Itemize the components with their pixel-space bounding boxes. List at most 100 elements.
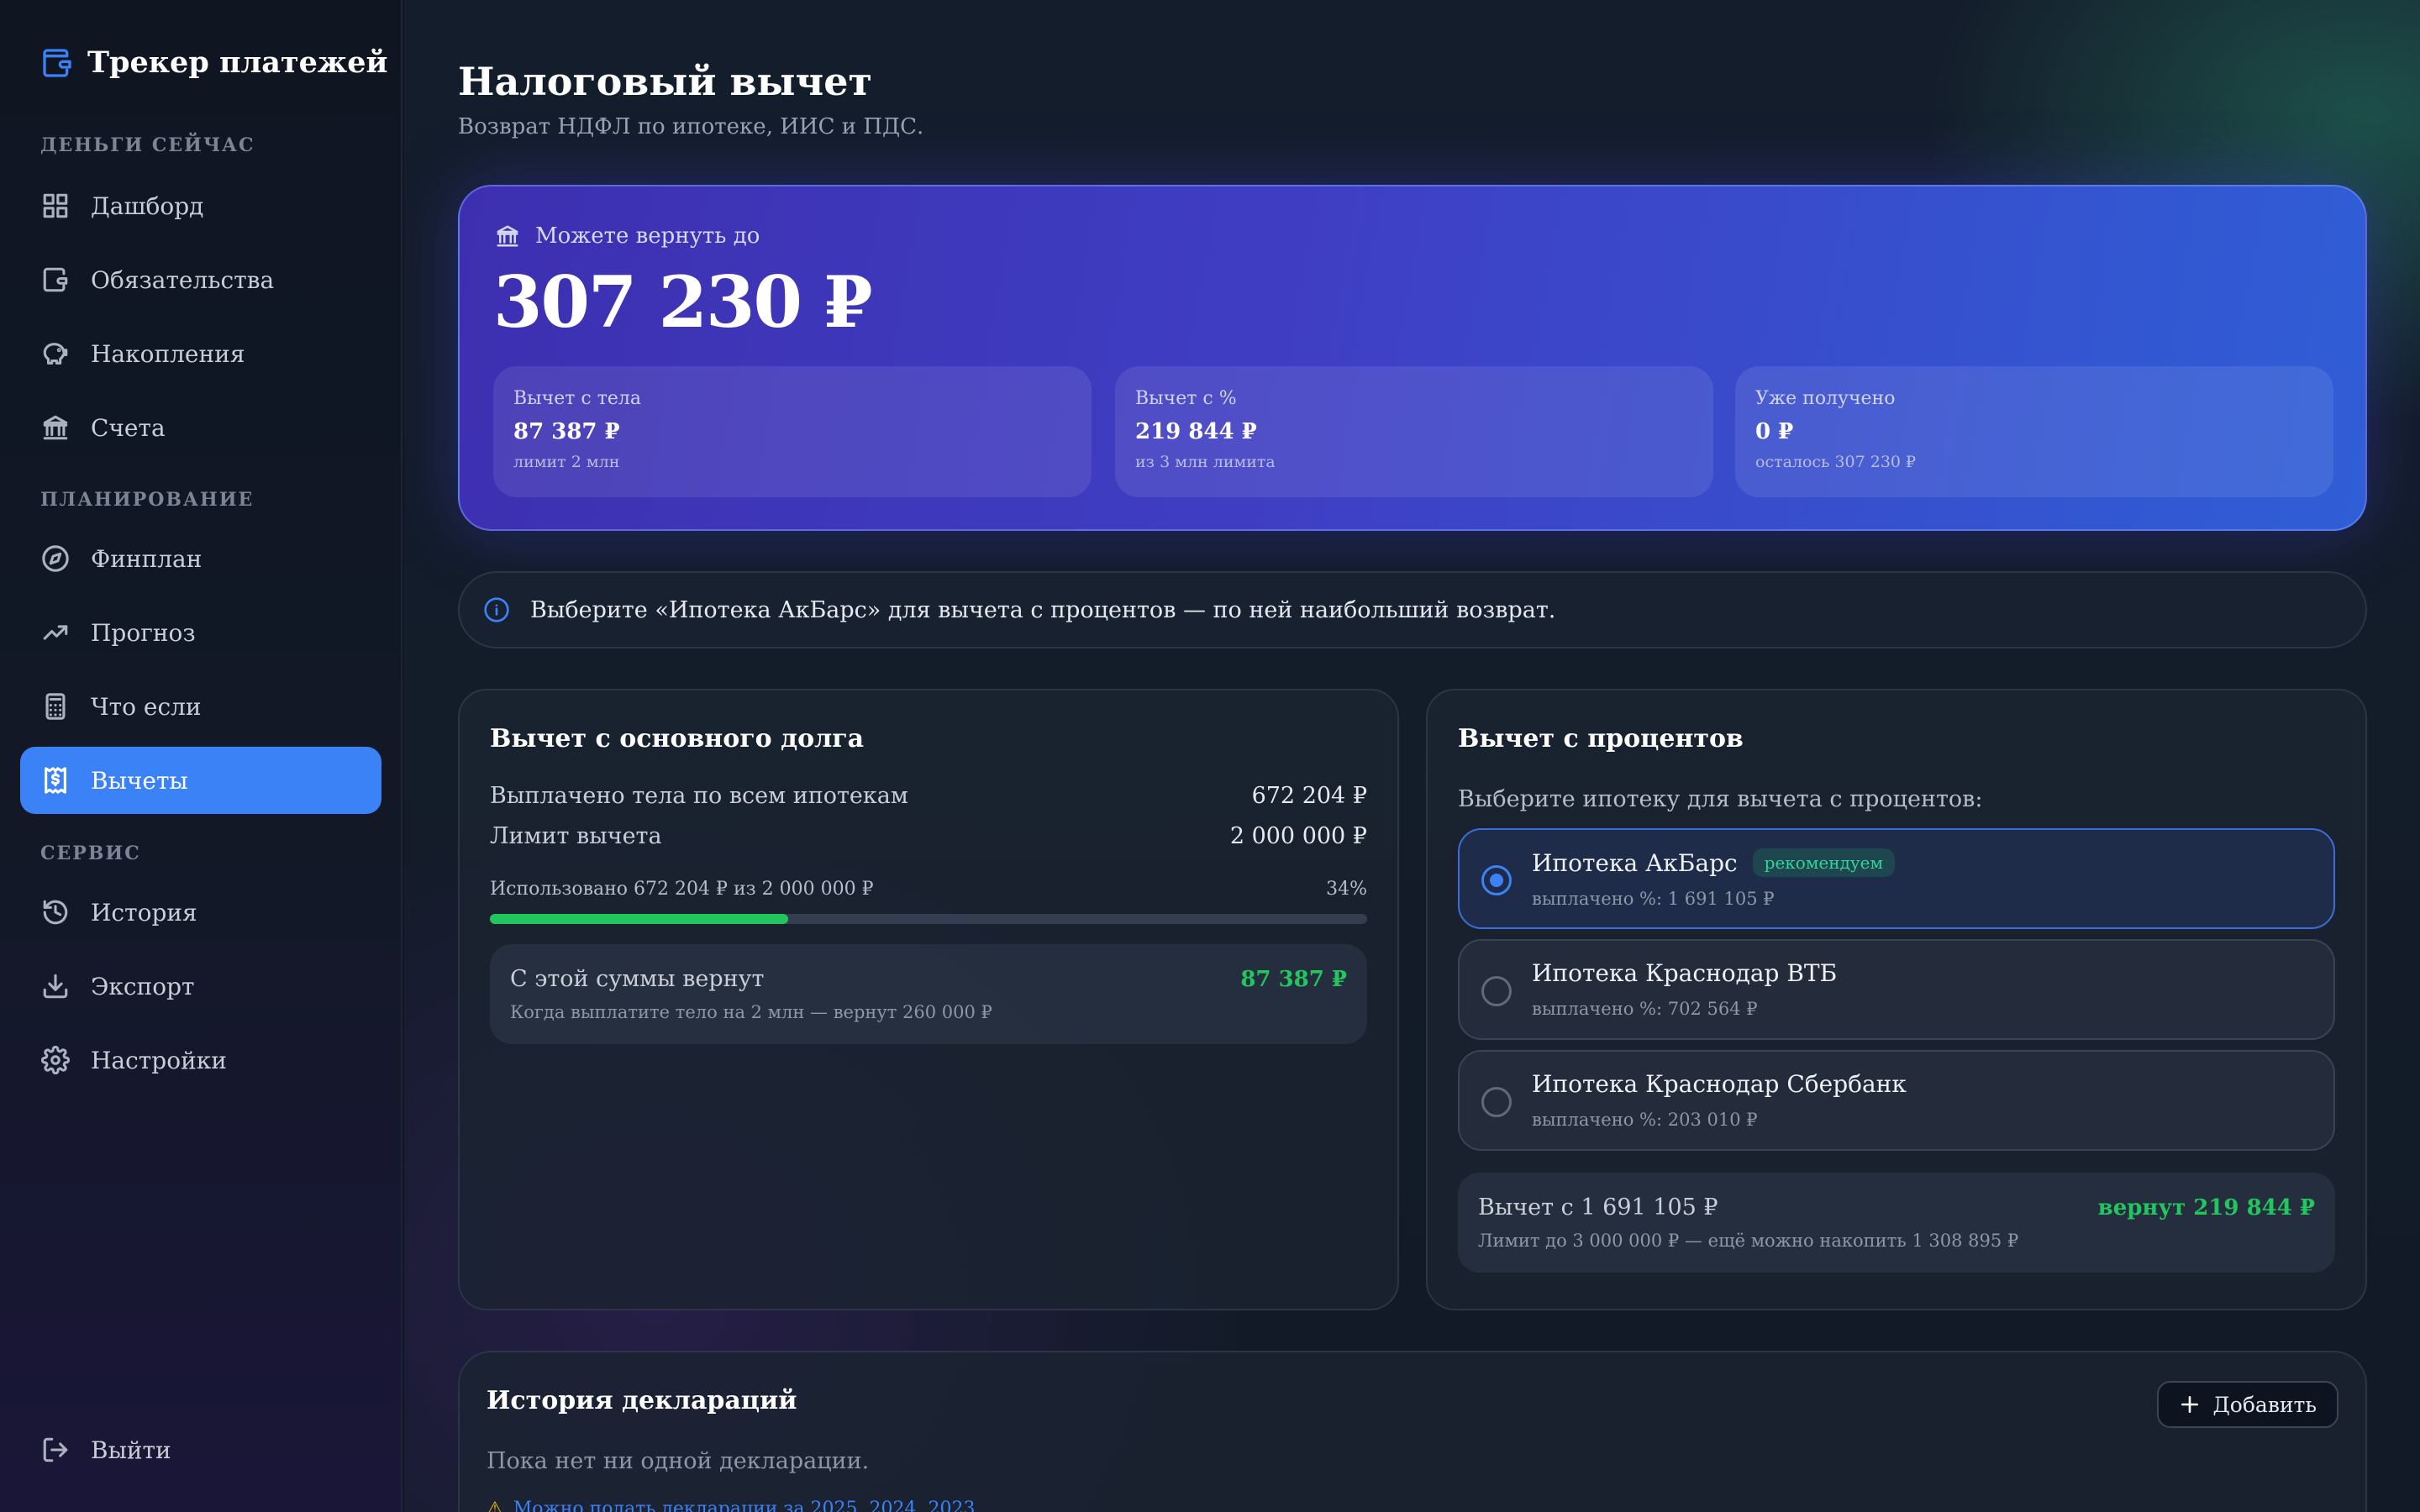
mortgage-option-vtb[interactable]: Ипотека Краснодар ВТБ выплачено %: 702 5… (1458, 939, 2335, 1040)
main-content: Налоговый вычет Возврат НДФЛ по ипотеке,… (404, 0, 2420, 1512)
stat-note: из 3 млн лимита (1135, 453, 1276, 471)
result-note: Когда выплатите тело на 2 млн — вернут 2… (510, 1002, 992, 1022)
sidebar-item-label: Финплан (91, 544, 203, 573)
result-value: 87 387 ₽ (1240, 966, 1347, 992)
sidebar-item-obligations[interactable]: Обязательства (20, 246, 381, 313)
dashboard-icon (40, 191, 71, 221)
add-button-label: Добавить (2212, 1392, 2317, 1417)
sidebar-item-deductions[interactable]: Вычеты (20, 747, 381, 814)
nav-section-service: СЕРВИС (40, 843, 141, 864)
sidebar-item-label: Вычеты (91, 766, 188, 795)
receipt-icon (40, 765, 71, 795)
refund-summary-card: Можете вернуть до 307 230 ₽ Вычет с тела… (458, 185, 2367, 531)
progress-percent: 34% (1326, 879, 1367, 900)
brand[interactable]: Трекер платежей (40, 45, 388, 80)
interest-deduction-panel: Вычет с процентов Выберите ипотеку для в… (1426, 689, 2367, 1310)
sidebar: Трекер платежей ДЕНЬГИ СЕЙЧАС Дашборд Об… (0, 0, 402, 1512)
history-icon (40, 897, 71, 927)
row-value: 2 000 000 ₽ (1229, 823, 1367, 849)
option-name: Ипотека АкБарс (1532, 848, 1738, 877)
limit-progress-bar (490, 914, 1367, 924)
option-title: Ипотека АкБарс рекомендуем (1532, 848, 2333, 877)
radio-button[interactable] (1481, 976, 1512, 1006)
nav-section-planning: ПЛАНИРОВАНИЕ (40, 489, 255, 511)
principal-deduction-panel: Вычет с основного долга Выплачено тела п… (458, 689, 1399, 1310)
sidebar-item-label: Дашборд (91, 192, 204, 220)
result-row: С этой суммы вернут 87 387 ₽ (510, 966, 1347, 992)
stat-card-received: Уже получено 0 ₽ осталось 307 230 ₽ (1735, 366, 2333, 497)
sidebar-item-finplan[interactable]: Финплан (20, 525, 381, 592)
panel-title: Вычет с основного долга (490, 724, 865, 753)
page-subtitle: Возврат НДФЛ по ипотеке, ИИС и ПДС. (458, 114, 924, 139)
empty-state-text: Пока нет ни одной декларации. (487, 1448, 870, 1474)
sidebar-item-accounts[interactable]: Счета (20, 394, 381, 461)
stat-label: Вычет с % (1135, 388, 1237, 409)
warning-icon: ⚠ (487, 1499, 503, 1512)
panel-title: История деклараций (487, 1386, 797, 1415)
warning-text: Можно подать декларации за 2025, 2024, 2… (513, 1499, 976, 1512)
gear-icon (40, 1045, 71, 1075)
result-value: вернут 219 844 ₽ (2097, 1194, 2315, 1221)
nav-section-money-now: ДЕНЬГИ СЕЙЧАС (40, 134, 255, 156)
download-icon (40, 971, 71, 1001)
sidebar-item-label: Что если (91, 692, 202, 721)
paid-principal-row: Выплачено тела по всем ипотекам 672 204 … (490, 783, 1367, 809)
plus-icon (2181, 1396, 2199, 1413)
sidebar-item-label: Прогноз (91, 618, 196, 647)
sidebar-item-what-if[interactable]: Что если (20, 673, 381, 740)
result-label: С этой суммы вернут (510, 966, 765, 992)
option-title: Ипотека Краснодар Сбербанк (1532, 1070, 2333, 1098)
declarations-history-panel: История деклараций Добавить Пока нет ни … (458, 1351, 2367, 1512)
app-title: Трекер платежей (87, 45, 388, 80)
stat-card-principal: Вычет с тела 87 387 ₽ лимит 2 млн (493, 366, 1092, 497)
option-title: Ипотека Краснодар ВТБ (1532, 959, 2333, 987)
sidebar-item-label: История (91, 898, 197, 927)
sidebar-item-forecast[interactable]: Прогноз (20, 599, 381, 666)
recommendation-text: Выберите «Ипотека АкБарс» для вычета с п… (530, 596, 1556, 623)
piggy-bank-icon (40, 339, 71, 369)
stat-label: Уже получено (1755, 388, 1896, 409)
radio-button[interactable] (1481, 1087, 1512, 1117)
sidebar-item-savings[interactable]: Накопления (20, 320, 381, 387)
panel-title: Вычет с процентов (1458, 724, 1744, 753)
sidebar-item-label: Экспорт (91, 972, 195, 1000)
stat-value: 219 844 ₽ (1135, 419, 1257, 444)
progress-text: Использовано 672 204 ₽ из 2 000 000 ₽ (490, 879, 874, 900)
option-name: Ипотека Краснодар Сбербанк (1532, 1070, 1907, 1098)
stat-note: осталось 307 230 ₽ (1755, 453, 1917, 471)
option-note: выплачено %: 203 010 ₽ (1532, 1110, 1758, 1130)
sidebar-item-label: Счета (91, 413, 166, 442)
hero-label-text: Можете вернуть до (535, 223, 760, 249)
recommendation-banner: Выберите «Ипотека АкБарс» для вычета с п… (458, 571, 2367, 648)
sidebar-item-label: Настройки (91, 1046, 227, 1074)
bank-icon (497, 225, 518, 247)
recommended-badge: рекомендуем (1752, 848, 1896, 877)
stat-value: 87 387 ₽ (513, 419, 620, 444)
mortgage-option-akbars[interactable]: Ипотека АкБарс рекомендуем выплачено %: … (1458, 828, 2335, 929)
page-title: Налоговый вычет (458, 59, 872, 104)
option-note: выплачено %: 702 564 ₽ (1532, 999, 1758, 1019)
sidebar-item-dashboard[interactable]: Дашборд (20, 172, 381, 239)
info-icon (484, 597, 509, 622)
refund-total-amount: 307 230 ₽ (493, 260, 873, 344)
hero-label: Можете вернуть до (495, 223, 760, 249)
wallet-icon (40, 265, 71, 295)
compass-icon (40, 543, 71, 574)
row-label: Выплачено тела по всем ипотекам (490, 783, 908, 809)
result-row: Вычет с 1 691 105 ₽ вернут 219 844 ₽ (1478, 1194, 2315, 1221)
sidebar-item-history[interactable]: История (20, 879, 381, 946)
result-note: Лимит до 3 000 000 ₽ — ещё можно накопит… (1478, 1231, 2019, 1251)
progress-label: Использовано 672 204 ₽ из 2 000 000 ₽ 34… (490, 879, 1367, 900)
logout-icon (40, 1435, 71, 1465)
radio-button[interactable] (1481, 865, 1512, 895)
mortgage-option-sberbank[interactable]: Ипотека Краснодар Сбербанк выплачено %: … (1458, 1050, 2335, 1151)
logout-button[interactable]: Выйти (20, 1416, 381, 1483)
wallet-icon (43, 48, 71, 77)
stat-note: лимит 2 млн (513, 453, 620, 471)
deduction-limit-row: Лимит вычета 2 000 000 ₽ (490, 823, 1367, 849)
sidebar-item-export[interactable]: Экспорт (20, 953, 381, 1020)
add-declaration-button[interactable]: Добавить (2157, 1381, 2338, 1428)
sidebar-item-settings[interactable]: Настройки (20, 1026, 381, 1094)
declaration-warning[interactable]: ⚠ Можно подать декларации за 2025, 2024,… (487, 1499, 975, 1512)
option-note: выплачено %: 1 691 105 ₽ (1532, 889, 1775, 909)
